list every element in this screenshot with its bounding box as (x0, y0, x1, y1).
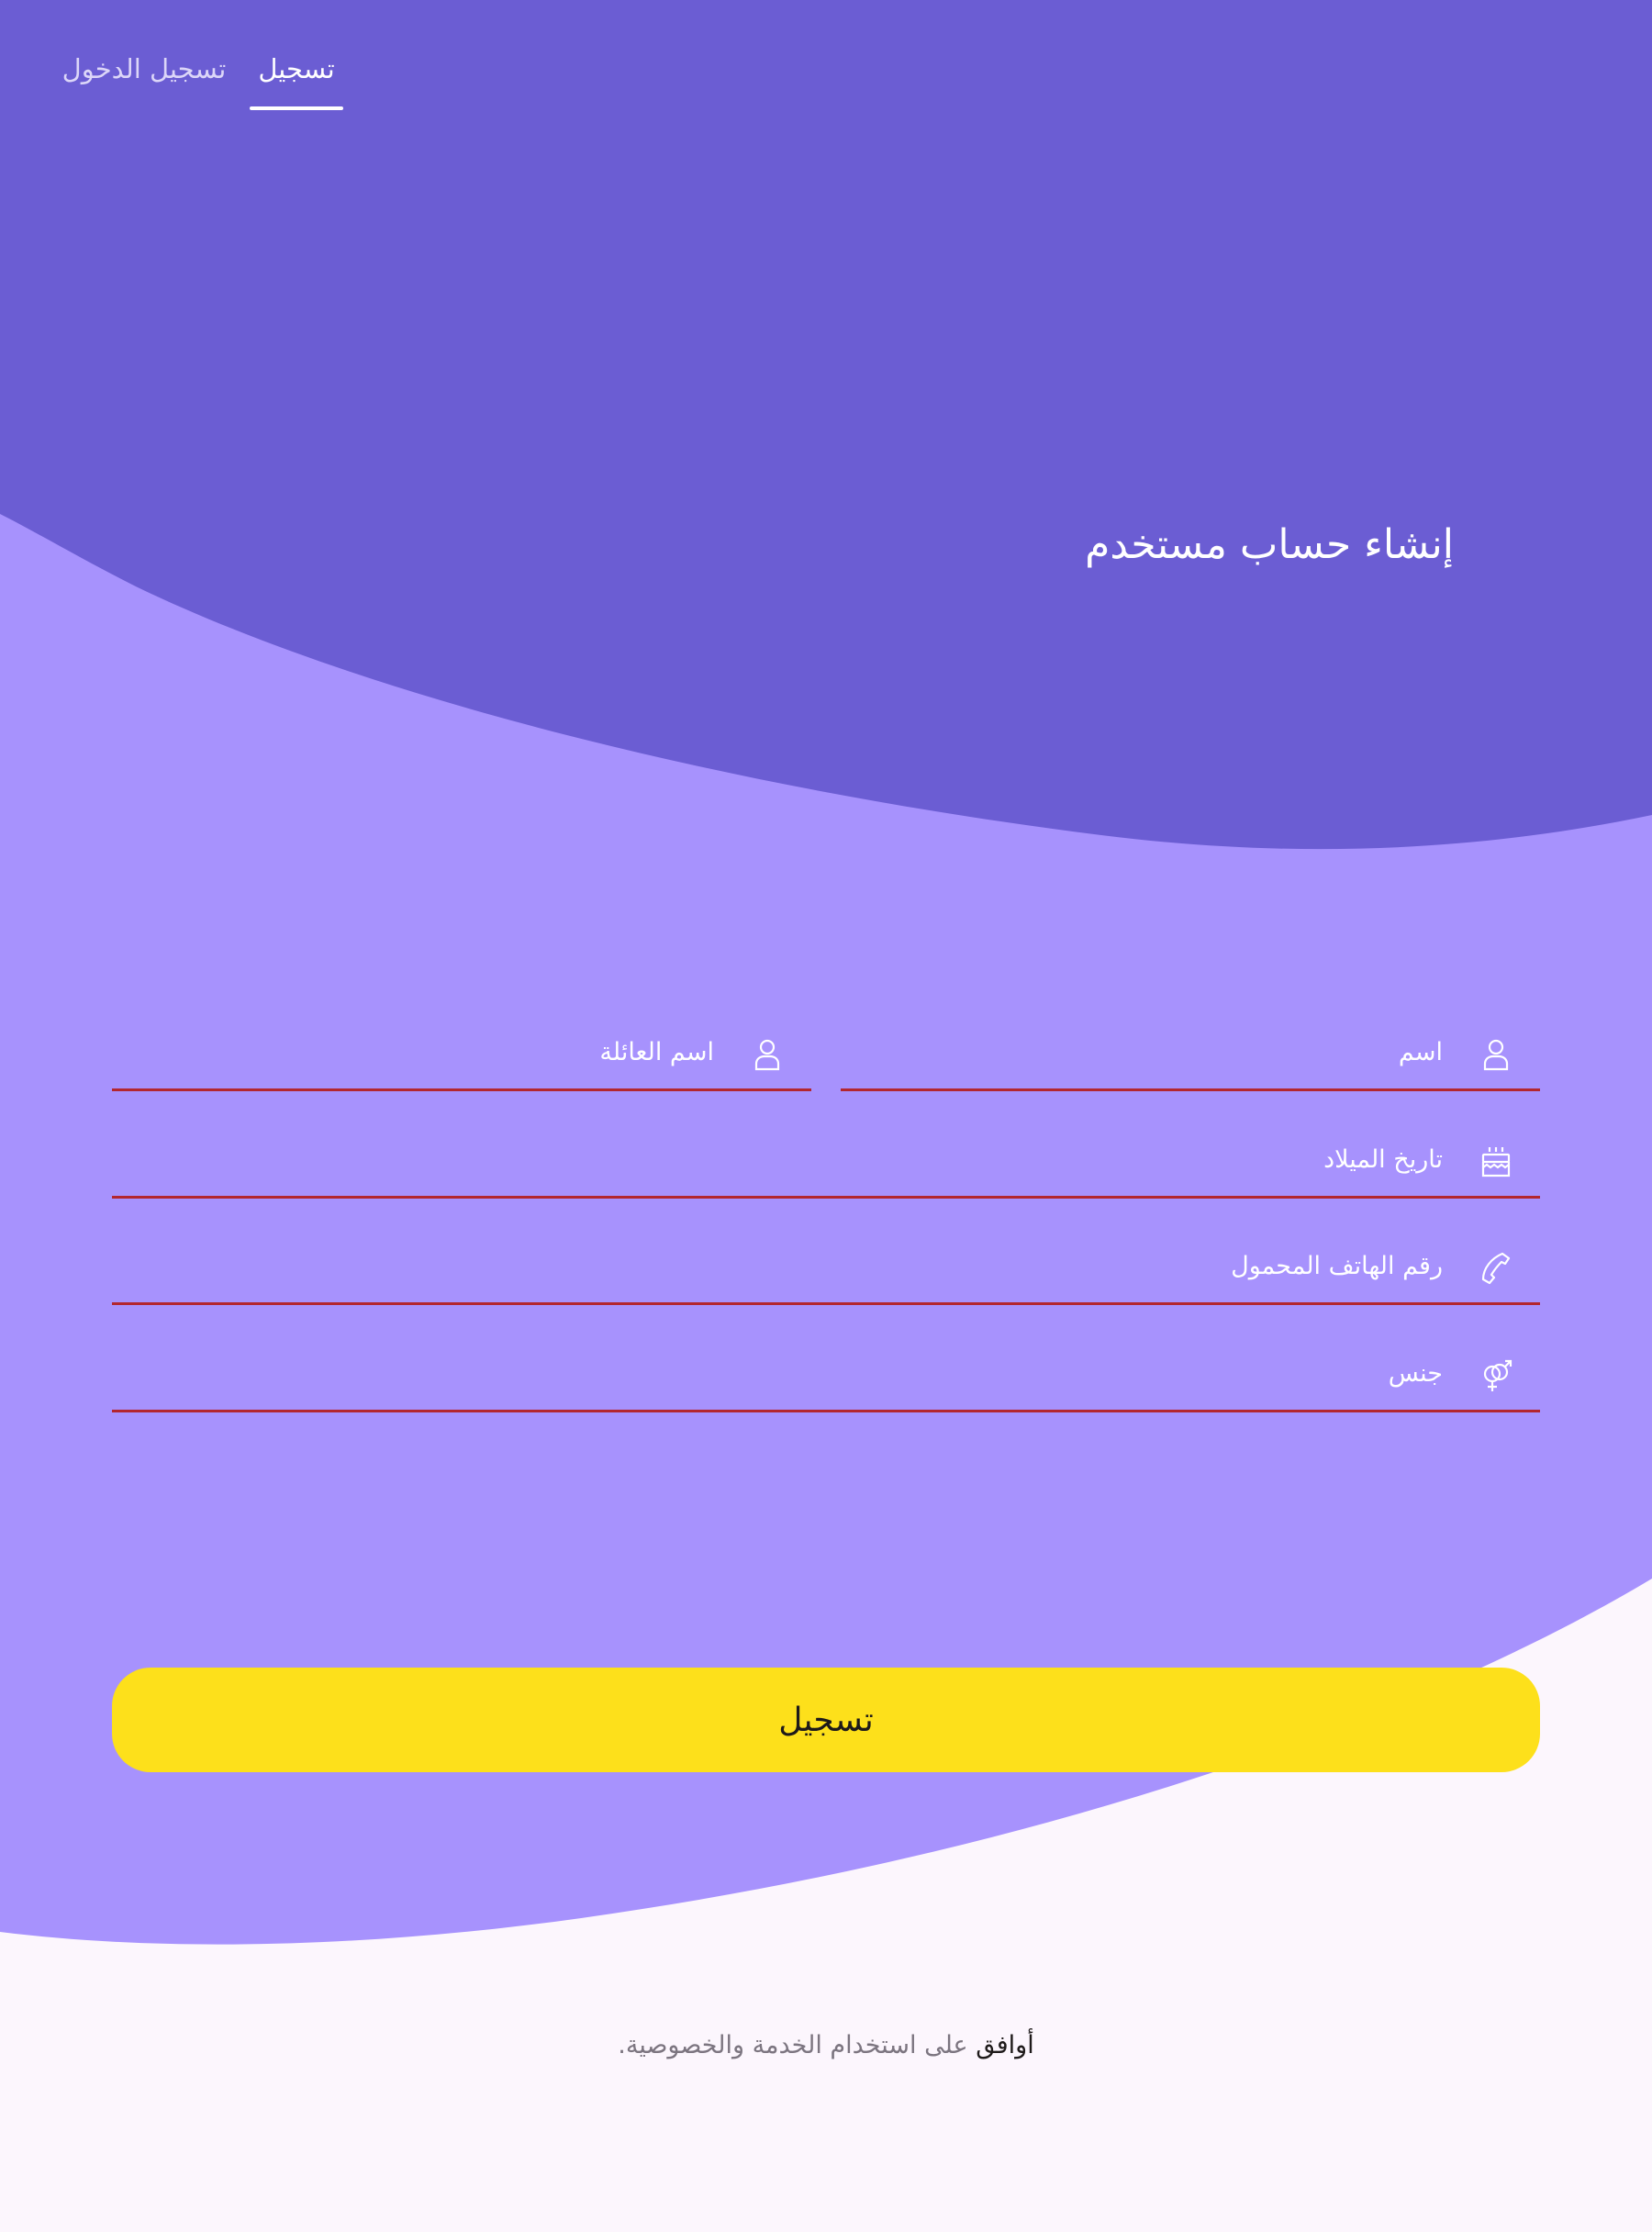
terms-text: أوافق على استخدام الخدمة والخصوصية. (0, 2031, 1652, 2059)
first-name-field (841, 1014, 1540, 1091)
auth-tabs: تسجيل الدخول تسجيل (39, 37, 343, 110)
gender-field (112, 1335, 1540, 1412)
page-title: إنشاء حساب مستخدم (1085, 521, 1454, 568)
last-name-field (112, 1014, 811, 1091)
background-waves (0, 0, 1652, 2232)
cake-icon (1478, 1144, 1514, 1180)
terms-agree-link[interactable]: أوافق (976, 2031, 1033, 2059)
gender-input[interactable] (121, 1348, 1445, 1398)
phone-icon (1478, 1250, 1514, 1287)
register-button[interactable]: تسجيل (112, 1668, 1540, 1772)
tab-register[interactable]: تسجيل (250, 37, 343, 110)
person-icon (749, 1036, 786, 1073)
tab-login[interactable]: تسجيل الدخول (39, 37, 250, 110)
gender-icon (1478, 1357, 1514, 1394)
terms-rest: على استخدام الخدمة والخصوصية. (618, 2031, 977, 2059)
last-name-input[interactable] (121, 1027, 716, 1077)
phone-field (112, 1228, 1540, 1305)
first-name-input[interactable] (850, 1027, 1445, 1077)
birthdate-input[interactable] (121, 1134, 1445, 1184)
person-icon (1478, 1036, 1514, 1073)
phone-input[interactable] (121, 1241, 1445, 1290)
birthdate-field (112, 1122, 1540, 1199)
